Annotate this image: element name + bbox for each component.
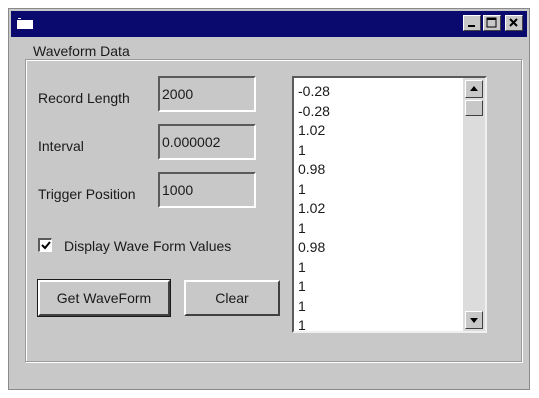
interval-label: Interval — [38, 138, 84, 154]
title-bar[interactable] — [11, 11, 527, 37]
list-item[interactable]: 1 — [298, 297, 458, 317]
trigger-position-label: Trigger Position — [38, 186, 136, 202]
group-legend: Waveform Data — [30, 43, 133, 59]
arrow-down-icon — [470, 318, 478, 323]
clear-button[interactable]: Clear — [184, 280, 280, 316]
maximize-icon — [486, 17, 497, 28]
list-item[interactable]: 1 — [298, 316, 458, 331]
minimize-button[interactable] — [463, 15, 481, 31]
list-item[interactable]: 1 — [298, 258, 458, 278]
interval-field[interactable] — [158, 124, 256, 160]
scroll-down-button[interactable] — [465, 311, 483, 329]
record-length-field[interactable] — [158, 76, 256, 112]
list-item[interactable]: 1.02 — [298, 121, 458, 141]
checkmark-icon — [41, 241, 51, 250]
list-item[interactable]: 1 — [298, 180, 458, 200]
display-values-checkbox[interactable] — [38, 238, 52, 252]
get-waveform-button[interactable]: Get WaveForm — [37, 279, 171, 317]
list-item[interactable]: 0.98 — [298, 238, 458, 258]
scroll-thumb[interactable] — [465, 100, 483, 116]
waveform-values-list[interactable]: -0.28 -0.28 1.02 1 0.98 1 1.02 1 0.98 1 1 1 1 — [292, 76, 487, 333]
app-icon — [17, 17, 33, 29]
list-item[interactable]: -0.28 — [298, 82, 458, 102]
close-icon — [509, 18, 518, 27]
scroll-up-button[interactable] — [465, 80, 483, 98]
trigger-position-field[interactable] — [158, 172, 256, 208]
close-button[interactable] — [505, 15, 523, 31]
list-item[interactable]: -0.28 — [298, 102, 458, 122]
minimize-icon — [468, 25, 475, 27]
list-item[interactable]: 1.02 — [298, 199, 458, 219]
list-item[interactable]: 1 — [298, 141, 458, 161]
list-item[interactable]: 1 — [298, 219, 458, 239]
arrow-up-icon — [470, 86, 478, 91]
maximize-button[interactable] — [483, 15, 501, 31]
list-items: -0.28 -0.28 1.02 1 0.98 1 1.02 1 0.98 1 1 1 1 — [298, 82, 458, 331]
list-item[interactable]: 0.98 — [298, 160, 458, 180]
record-length-label: Record Length — [38, 90, 130, 106]
list-item[interactable]: 1 — [298, 277, 458, 297]
vertical-scrollbar[interactable] — [463, 78, 485, 331]
display-values-label[interactable]: Display Wave Form Values — [64, 238, 231, 254]
